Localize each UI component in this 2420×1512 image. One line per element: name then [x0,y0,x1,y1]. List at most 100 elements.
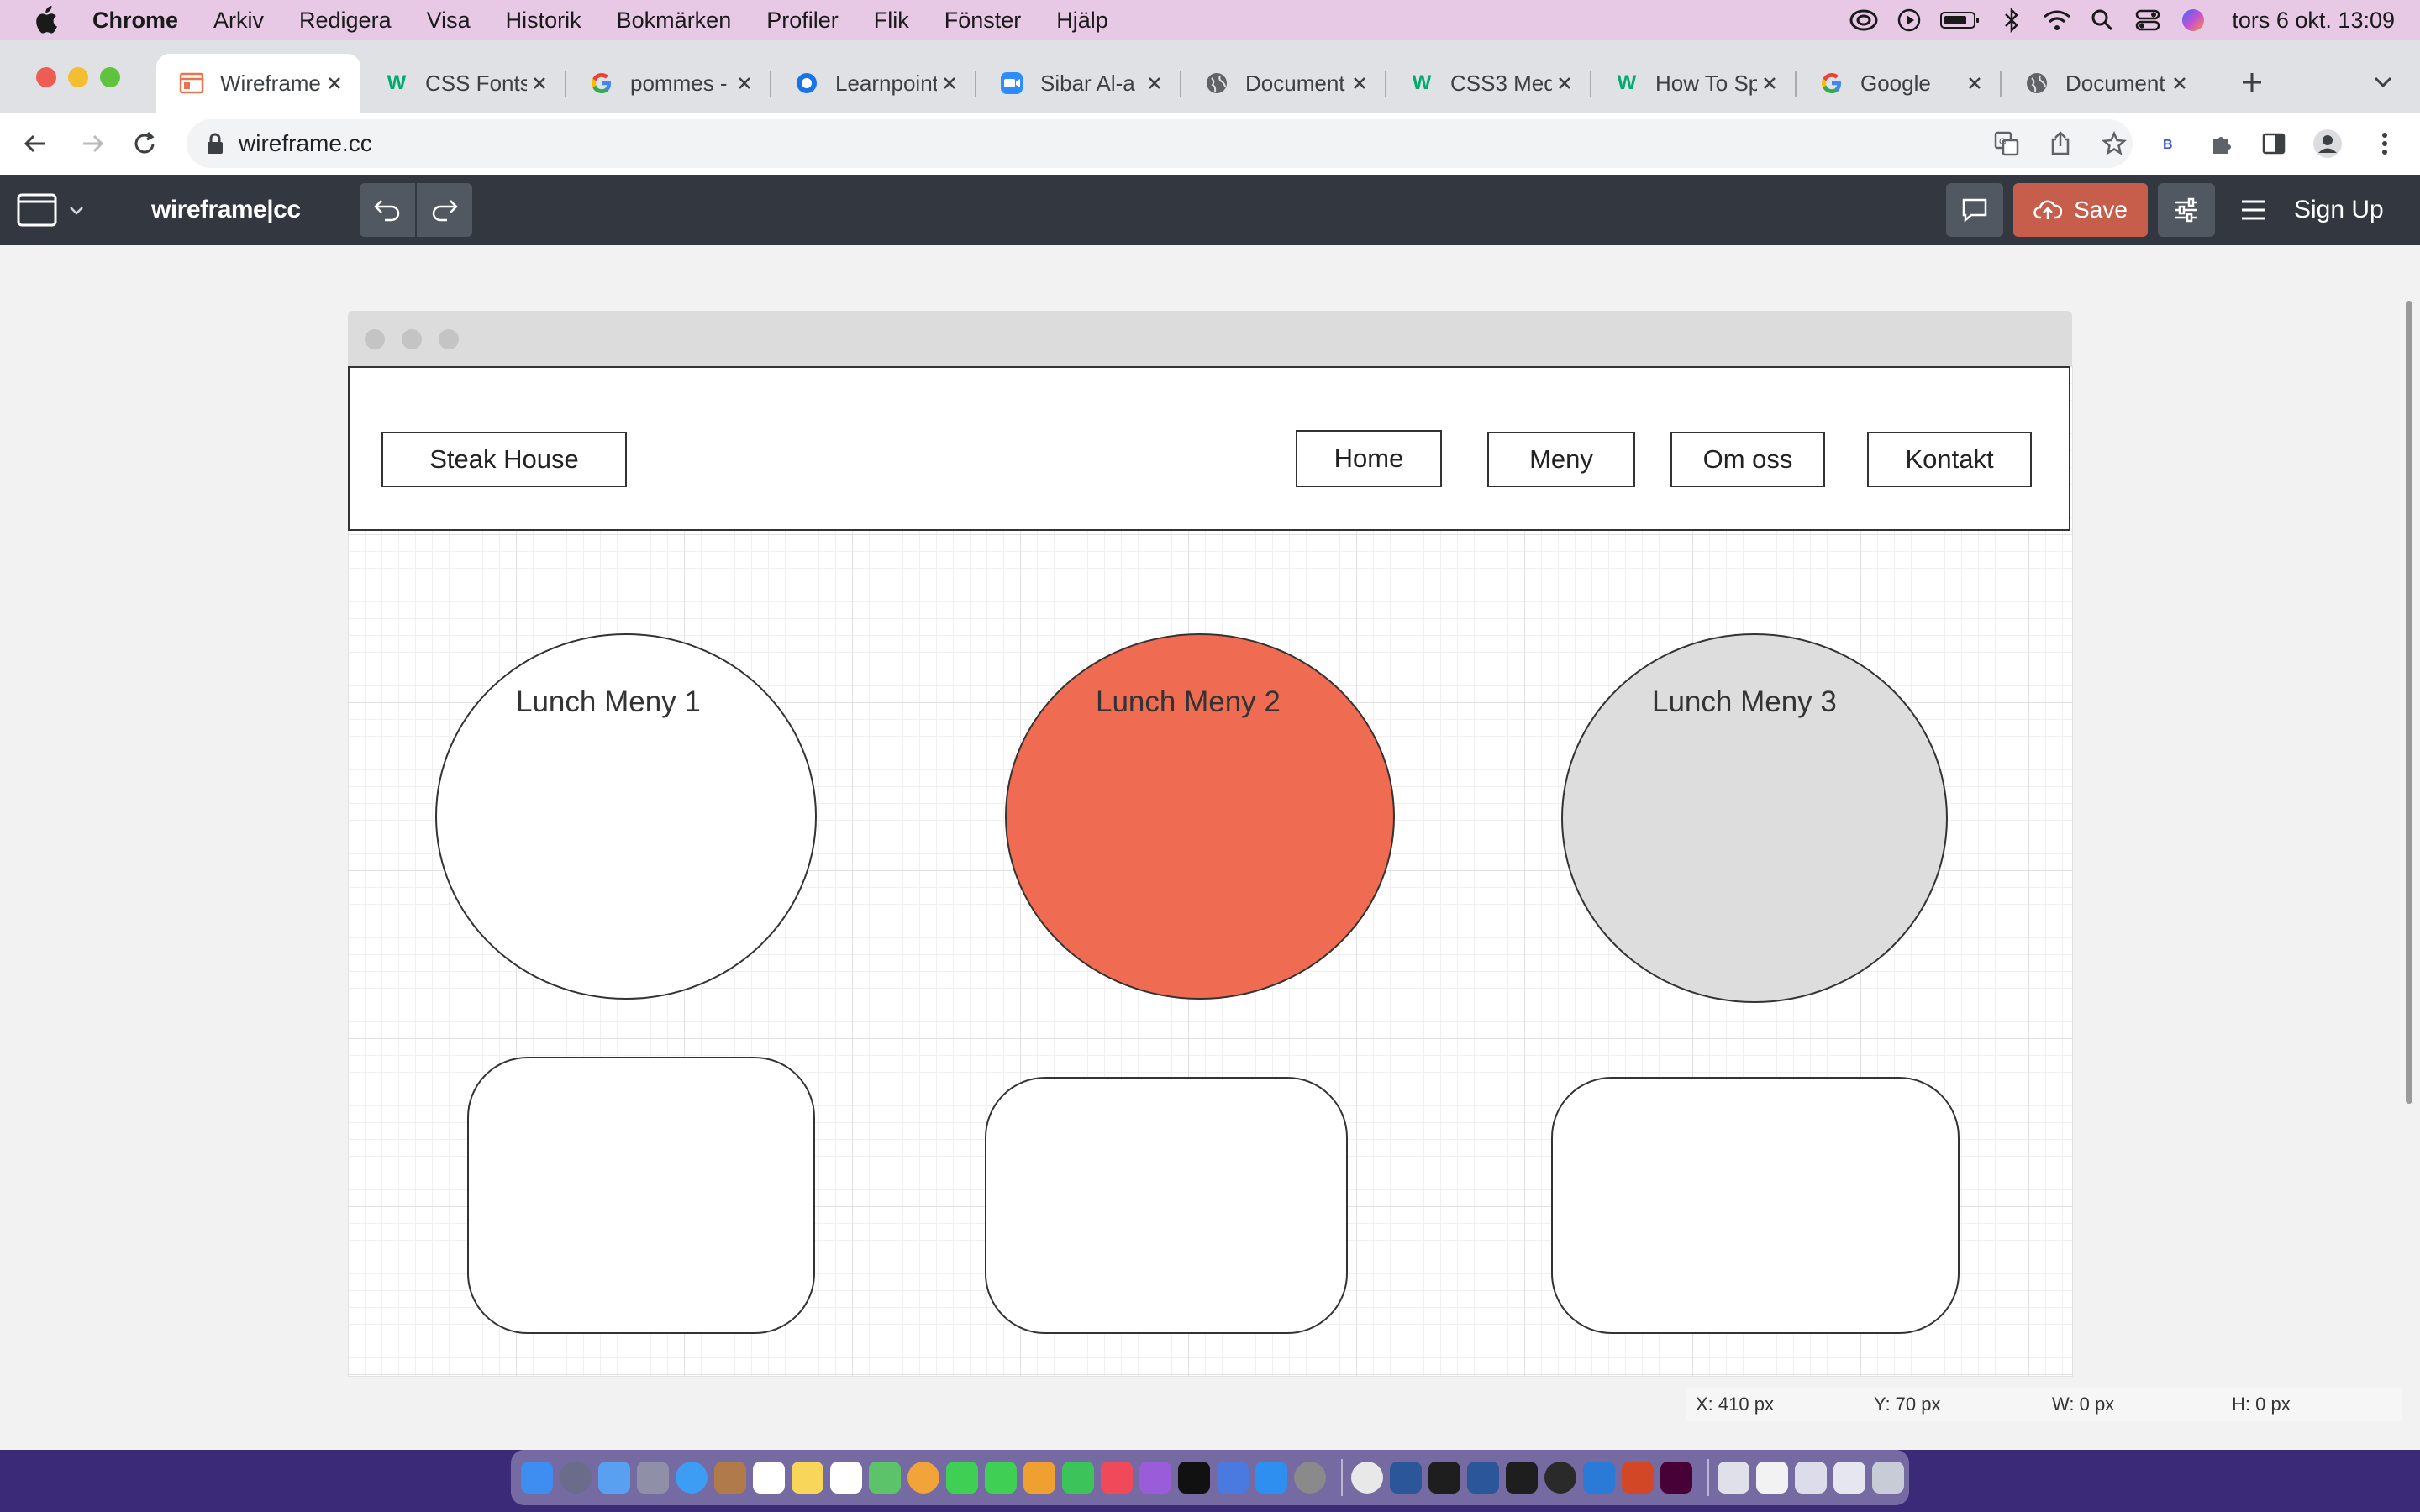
podcasts-icon[interactable] [1139,1462,1171,1494]
forward-arrow-icon[interactable] [76,127,109,160]
content-card-3[interactable] [1551,1077,1960,1334]
vertical-scrollbar[interactable] [2406,301,2412,1104]
nav-kontakt-box[interactable]: Kontakt [1867,432,2032,487]
notes-icon[interactable] [792,1462,823,1494]
url-text[interactable]: wireframe.cc [239,119,372,168]
close-tab-icon[interactable] [2167,71,2192,96]
app-store-icon[interactable] [1255,1462,1287,1494]
mail-icon[interactable] [598,1462,630,1494]
menu-clock[interactable]: tors 6 okt. 13:09 [2232,8,2395,34]
recent-document-icon[interactable] [1756,1462,1788,1494]
browser-tab[interactable]: Learnpoint [771,54,976,113]
finder-icon[interactable] [521,1462,553,1494]
bluetooth-icon[interactable] [1995,3,2028,37]
clock-app-icon[interactable] [1544,1462,1576,1494]
new-tab-icon[interactable] [2235,66,2269,99]
save-button[interactable]: Save [2013,183,2148,237]
close-tab-icon[interactable] [1347,71,1372,96]
window-close-button[interactable] [36,67,56,87]
browser-tab[interactable]: pommes - [566,54,771,113]
close-tab-icon[interactable] [1142,71,1167,96]
back-arrow-icon[interactable] [18,127,52,160]
close-tab-icon[interactable] [527,71,552,96]
nav-om-oss-box[interactable]: Om oss [1670,432,1825,487]
bookmark-star-icon[interactable] [2097,127,2131,160]
reload-icon[interactable] [128,127,161,160]
frame-type-browser-icon[interactable] [13,192,60,228]
profile-avatar-icon[interactable] [2311,127,2344,160]
apple-icon[interactable] [29,3,62,37]
lock-icon[interactable] [198,127,232,160]
menu-arkiv[interactable]: Arkiv [213,8,264,34]
browser-tab[interactable]: W CSS3 Med [1386,54,1591,113]
menu-redigera[interactable]: Redigera [299,8,392,34]
address-bar[interactable]: wireframe.cc G [187,119,2133,168]
browser-tab[interactable]: Document [2002,54,2206,113]
content-card-2[interactable] [985,1077,1348,1334]
browser-tab[interactable]: W How To Sp [1591,54,1796,113]
menu-historik[interactable]: Historik [506,8,581,34]
browser-tab[interactable]: Google [1797,54,2001,113]
content-card-1[interactable] [467,1057,815,1334]
spotlight-search-icon[interactable] [2086,3,2119,37]
apple-tv-icon[interactable] [1178,1462,1210,1494]
sign-up-link[interactable]: Sign Up [2294,175,2384,245]
console-icon[interactable] [1506,1462,1538,1494]
calendar-icon[interactable] [753,1462,785,1494]
menu-flik[interactable]: Flik [874,8,909,34]
siri-app-icon[interactable] [560,1462,592,1494]
translate-icon[interactable]: G [1990,127,2023,160]
photos-icon[interactable] [908,1462,939,1494]
recent-document-icon[interactable] [1718,1462,1749,1494]
window-zoom-button[interactable] [100,67,120,87]
adobe-xd-icon[interactable] [1660,1462,1692,1494]
browser-tab[interactable]: W CSS Fonts [361,54,566,113]
numbers-icon[interactable] [1062,1462,1094,1494]
creative-cloud-icon[interactable] [1847,3,1881,37]
word-icon[interactable] [1390,1462,1422,1494]
menu-hjalp[interactable]: Hjälp [1056,8,1108,34]
app-brand-logo[interactable]: wireframe|cc [151,175,301,245]
pages-icon[interactable] [1023,1462,1055,1494]
siri-icon[interactable] [2176,3,2210,37]
extension-b-icon[interactable]: B [2151,127,2185,160]
safari-icon[interactable] [676,1462,708,1494]
browser-tab[interactable]: Sibar Al-a [976,54,1181,113]
redo-button[interactable] [417,183,472,237]
menu-app-name[interactable]: Chrome [92,8,178,34]
close-tab-icon[interactable] [322,71,347,96]
share-icon[interactable] [2044,127,2077,160]
terminal-icon[interactable] [1428,1462,1460,1494]
recent-document-icon[interactable] [1795,1462,1827,1494]
frame-type-chevron-down-icon[interactable] [66,200,87,222]
browser-tab[interactable]: Wireframe [156,54,360,113]
system-preferences-icon[interactable] [1294,1462,1326,1494]
settings-button[interactable] [2158,183,2215,237]
music-icon[interactable] [1101,1462,1133,1494]
side-panel-icon[interactable] [2257,127,2291,160]
nav-home-box[interactable]: Home [1296,430,1442,487]
menu-bokmarken[interactable]: Bokmärken [617,8,732,34]
close-tab-icon[interactable] [1552,71,1577,96]
downloads-stack-icon[interactable] [1833,1462,1865,1494]
help-icon[interactable] [1217,1462,1249,1494]
close-tab-icon[interactable] [732,71,757,96]
browser-tab[interactable]: Document [1181,54,1386,113]
window-minimize-button[interactable] [68,67,88,87]
extensions-puzzle-icon[interactable] [2205,127,2238,160]
close-tab-icon[interactable] [937,71,962,96]
close-tab-icon[interactable] [1757,71,1782,96]
powerpoint-icon[interactable] [1622,1462,1654,1494]
hamburger-menu-icon[interactable] [2238,195,2269,225]
menu-profiler[interactable]: Profiler [766,8,839,34]
nav-meny-box[interactable]: Meny [1487,432,1635,487]
facetime-icon[interactable] [985,1462,1017,1494]
maps-icon[interactable] [869,1462,901,1494]
word-doc-icon[interactable] [1467,1462,1499,1494]
reminders-icon[interactable] [830,1462,862,1494]
contacts-icon[interactable] [714,1462,746,1494]
control-center-icon[interactable] [2131,3,2165,37]
messages-icon[interactable] [946,1462,978,1494]
menu-visa[interactable]: Visa [427,8,471,34]
vscode-icon[interactable] [1583,1462,1615,1494]
